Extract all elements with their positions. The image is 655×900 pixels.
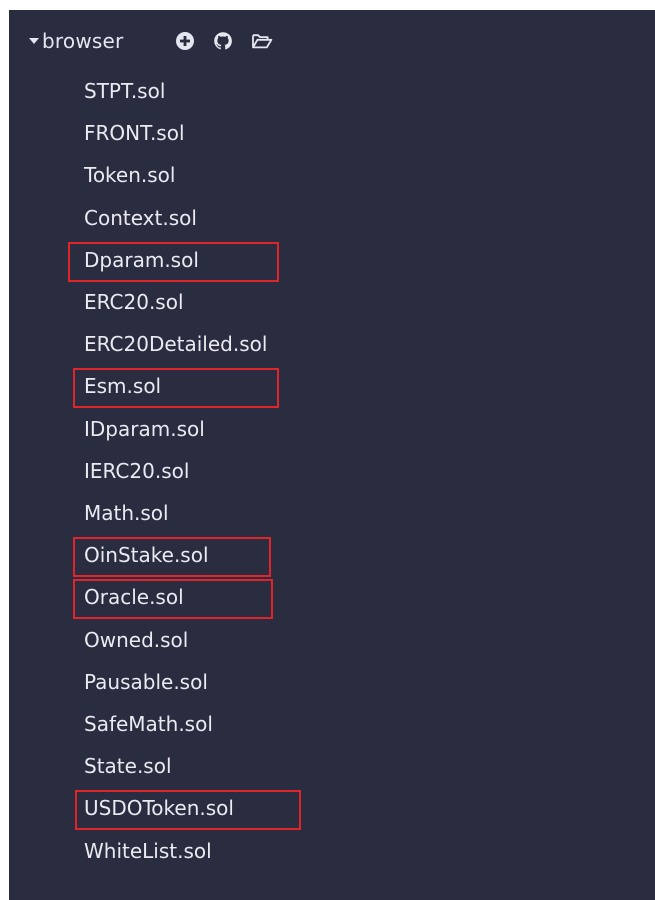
file-item[interactable]: State.sol	[84, 750, 172, 782]
file-item[interactable]: STPT.sol	[84, 75, 165, 107]
file-item[interactable]: FRONT.sol	[84, 117, 185, 149]
file-item[interactable]: WhiteList.sol	[84, 835, 212, 867]
file-item[interactable]: Owned.sol	[84, 624, 188, 656]
file-item[interactable]: Context.sol	[84, 202, 197, 234]
highlight-box	[73, 537, 271, 577]
folder-header[interactable]: browser	[29, 26, 273, 56]
file-item[interactable]: IDparam.sol	[84, 413, 205, 445]
file-item[interactable]: IERC20.sol	[84, 455, 189, 487]
file-item[interactable]: ERC20.sol	[84, 286, 184, 318]
file-item[interactable]: Token.sol	[84, 159, 175, 191]
highlight-box	[68, 242, 279, 282]
highlight-box	[73, 579, 273, 619]
file-item[interactable]: ERC20Detailed.sol	[84, 328, 267, 360]
file-item[interactable]: SafeMath.sol	[84, 708, 213, 740]
folder-open-icon[interactable]	[251, 32, 273, 50]
caret-down-icon[interactable]	[29, 38, 39, 44]
highlight-box	[75, 790, 301, 830]
file-item[interactable]: Pausable.sol	[84, 666, 208, 698]
plus-circle-icon[interactable]	[175, 31, 195, 51]
folder-actions	[175, 31, 273, 51]
github-icon[interactable]	[213, 31, 233, 51]
highlight-box	[73, 368, 279, 408]
file-item[interactable]: Math.sol	[84, 497, 169, 529]
folder-name[interactable]: browser	[42, 29, 123, 53]
